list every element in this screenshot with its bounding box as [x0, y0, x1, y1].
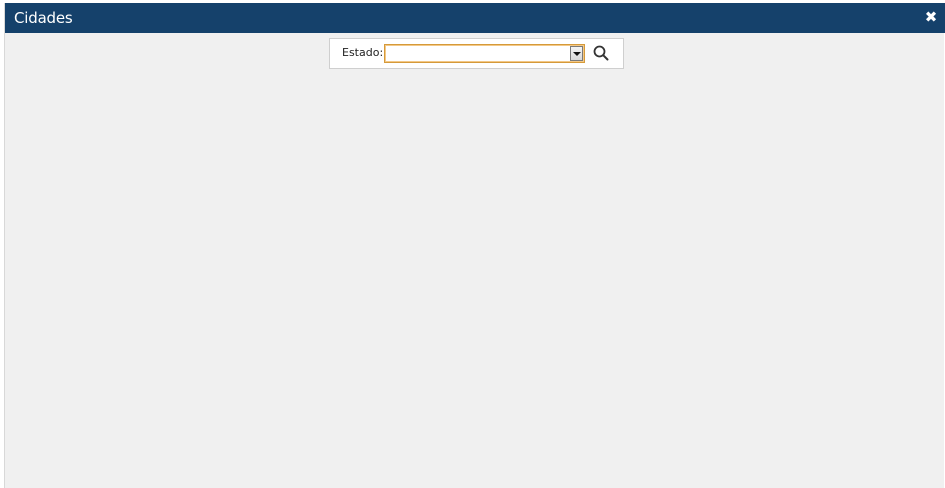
chevron-down-icon[interactable] [570, 46, 583, 61]
search-icon[interactable] [592, 44, 610, 62]
window-title: Cidades [14, 9, 73, 27]
estado-select[interactable] [384, 44, 585, 63]
filter-panel: Estado: [329, 38, 624, 69]
title-bar: Cidades ✖ [5, 3, 945, 33]
close-icon[interactable]: ✖ [923, 9, 939, 25]
estado-label: Estado: [342, 46, 384, 59]
dialog-window: Cidades ✖ Estado: [4, 3, 945, 488]
